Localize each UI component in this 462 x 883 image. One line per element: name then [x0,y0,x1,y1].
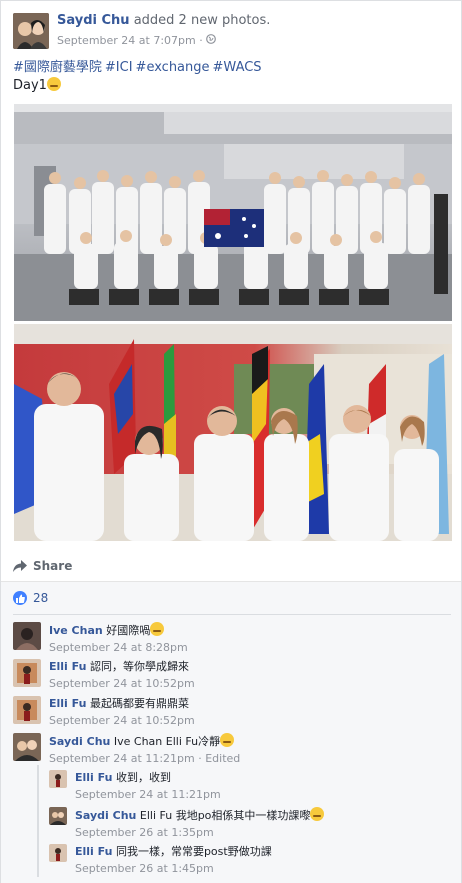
divider [13,614,451,615]
day-line: Day1 [13,77,265,95]
hashtag-link[interactable]: #國際廚藝學院 [13,60,102,75]
commenter-avatar[interactable] [49,770,67,788]
post-timestamp[interactable]: September 24 at 7:07pm [57,34,196,47]
commenter-avatar[interactable] [49,844,67,862]
comment-text: Elli Fu 我地po相係其中一樣功課嚟 [139,809,311,822]
comment-text: Ive Chan Elli Fu冷靜 [113,735,221,748]
comment-text: 同我一樣，常常要post野做功課 [115,845,272,858]
commenter-avatar[interactable] [13,622,41,650]
hashtag-link[interactable]: #WACS [213,60,262,75]
comment-body: Saydi Chu Elli Fu 我地po相係其中一樣功課嚟 Septembe… [75,807,325,840]
comment-timestamp[interactable]: September 24 at 11:21pm · Edited [49,751,240,766]
comment: Saydi Chu Ive Chan Elli Fu冷靜 September 2… [13,733,240,766]
post-meta: September 24 at 7:07pm · [57,34,270,47]
hashtag-link[interactable]: #ICI [105,60,133,75]
commenter-name[interactable]: Elli Fu [75,845,112,858]
share-button[interactable]: Share [13,559,72,573]
commenter-avatar[interactable] [13,733,41,761]
comment-body: Elli Fu 認同，等你學成歸來 September 24 at 10:52p… [49,659,195,691]
comment-body: Ive Chan 好國際喎 September 24 at 8:28pm [49,622,188,655]
comment-body: Saydi Chu Ive Chan Elli Fu冷靜 September 2… [49,733,240,766]
author-name[interactable]: Saydi Chu [57,13,130,28]
reply: Elli Fu 收到，收到 September 24 at 11:21pm [49,770,221,802]
hashtag-line: #國際廚藝學院 #ICI #exchange #WACS [13,59,265,77]
comment: Elli Fu 最起碼都要有鼎鼎菜 September 24 at 10:52p… [13,696,195,728]
header-text: Saydi Chu added 2 new photos. September … [57,13,270,49]
commenter-name[interactable]: Ive Chan [49,624,103,637]
relieved-emoji-icon [46,77,61,91]
photo-flags[interactable] [14,324,452,541]
share-label: Share [33,559,73,573]
globe-icon[interactable] [206,34,217,47]
comment-text: 收到，收到 [115,771,171,784]
grin-sweat-emoji-icon [220,733,235,747]
like-count: 28 [33,591,49,605]
header-line: Saydi Chu added 2 new photos. [57,13,270,28]
post-text: #國際廚藝學院 #ICI #exchange #WACS Day1 [13,59,265,95]
reply: Elli Fu 同我一樣，常常要post野做功課 September 26 at… [49,844,272,876]
comment: Elli Fu 認同，等你學成歸來 September 24 at 10:52p… [13,659,195,691]
comment-body: Elli Fu 收到，收到 September 24 at 11:21pm [75,770,221,802]
post-card: Saydi Chu added 2 new photos. September … [0,0,462,883]
share-icon [13,560,27,572]
reply: Saydi Chu Elli Fu 我地po相係其中一樣功課嚟 Septembe… [49,807,325,840]
commenter-avatar[interactable] [49,807,67,825]
hashtag-link[interactable]: #exchange [136,60,210,75]
comment-body: Elli Fu 同我一樣，常常要post野做功課 September 26 at… [75,844,272,876]
comment-text: 認同，等你學成歸來 [89,660,189,673]
post-header: Saydi Chu added 2 new photos. September … [13,13,270,49]
comment-body: Elli Fu 最起碼都要有鼎鼎菜 September 24 at 10:52p… [49,696,195,728]
comment-timestamp[interactable]: September 26 at 1:45pm [75,861,272,876]
commenter-avatar[interactable] [13,659,41,687]
commenter-name[interactable]: Elli Fu [49,660,86,673]
grin-sweat-emoji-icon [310,807,325,821]
comment-timestamp[interactable]: September 24 at 8:28pm [49,640,188,655]
comment-timestamp[interactable]: September 26 at 1:35pm [75,825,324,840]
commenter-name[interactable]: Elli Fu [75,771,112,784]
relieved-emoji-icon [150,622,165,636]
author-avatar[interactable] [13,13,49,49]
post-action: added 2 new photos. [129,13,271,28]
reactions-summary[interactable]: 28 [13,591,48,605]
comment-timestamp[interactable]: September 24 at 11:21pm [75,787,221,802]
comment-timestamp[interactable]: September 24 at 10:52pm [49,713,195,728]
comment-text: 好國際喎 [106,624,151,637]
comment-text: 最起碼都要有鼎鼎菜 [89,697,189,710]
like-icon [13,591,27,605]
day-text: Day1 [13,78,47,93]
commenter-avatar[interactable] [13,696,41,724]
photo-group[interactable] [14,104,452,321]
commenter-name[interactable]: Saydi Chu [75,809,136,822]
commenter-name[interactable]: Elli Fu [49,697,86,710]
commenter-name[interactable]: Saydi Chu [49,735,110,748]
reply-thread-line [37,765,39,877]
comment: Ive Chan 好國際喎 September 24 at 8:28pm [13,622,188,655]
meta-separator: · [199,34,203,47]
comment-timestamp[interactable]: September 24 at 10:52pm [49,676,195,691]
